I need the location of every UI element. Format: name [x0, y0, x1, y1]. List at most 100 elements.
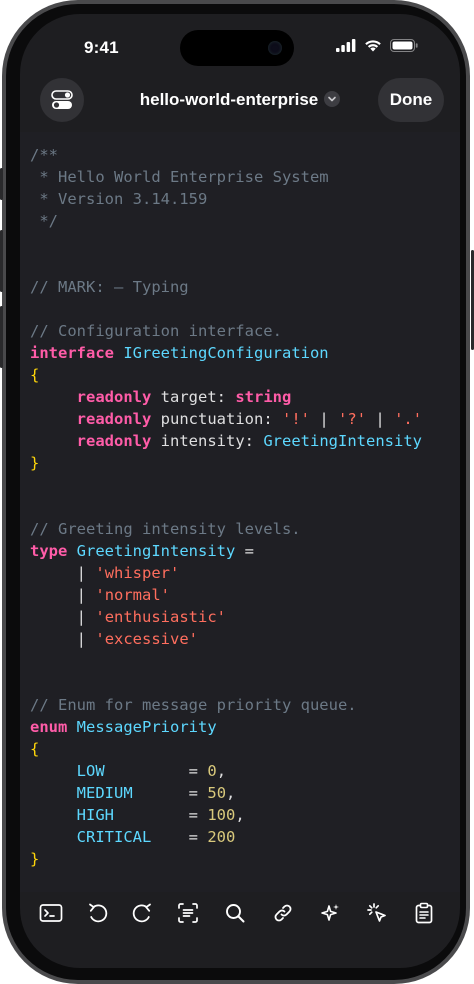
- code-line: readonly target: string: [30, 386, 292, 408]
- code-line: HIGH = 100,: [30, 804, 245, 826]
- comma-token: ,: [216, 762, 227, 780]
- terminal-button[interactable]: [36, 898, 66, 928]
- operator-token: =: [244, 542, 254, 560]
- volume-up-button: [0, 230, 3, 292]
- operator-token: =: [188, 762, 199, 780]
- link-button[interactable]: [268, 898, 298, 928]
- code-line: // Enum for message priority queue.: [30, 696, 357, 714]
- keyword-token: string: [235, 388, 292, 406]
- search-icon: [226, 904, 245, 923]
- string-token: '?': [338, 410, 367, 428]
- clipboard-icon: [415, 902, 433, 924]
- operator-token: |: [375, 410, 385, 428]
- string-token: '.': [394, 410, 423, 428]
- code-line: LOW = 0,: [30, 760, 226, 782]
- code-line: * Hello World Enterprise System: [30, 168, 329, 186]
- code-line: */: [30, 212, 58, 230]
- enum-member: HIGH: [76, 806, 114, 824]
- keyword-token: readonly: [76, 388, 152, 406]
- enum-member: CRITICAL: [76, 828, 152, 846]
- clipboard-button[interactable]: [409, 898, 439, 928]
- cursor-click-icon: [367, 903, 386, 922]
- code-line: }: [30, 454, 40, 472]
- number-token: 100: [207, 806, 236, 824]
- dynamic-island: [180, 30, 294, 66]
- redo-button[interactable]: [127, 898, 157, 928]
- camera-icon: [268, 41, 282, 55]
- volume-down-button: [0, 306, 3, 368]
- screen: 9:41 hello-world-enterprise Done /** * H…: [20, 14, 460, 968]
- keyword-token: readonly: [76, 410, 152, 428]
- code-line: {: [30, 366, 40, 384]
- editor-header: hello-world-enterprise Done: [20, 78, 460, 132]
- keyword-token: interface: [30, 344, 114, 362]
- search-button[interactable]: [220, 898, 250, 928]
- editor-toolbar: [20, 892, 460, 942]
- keyword-token: readonly: [76, 432, 152, 450]
- keyword-token: enum: [30, 718, 68, 736]
- wifi-icon: [365, 40, 381, 52]
- operator-token: |: [76, 564, 87, 582]
- format-button[interactable]: [173, 898, 203, 928]
- code-line: * Version 3.14.159: [30, 190, 208, 208]
- code-line: readonly punctuation: '!' | '?' | '.': [30, 408, 422, 430]
- redo-icon: [132, 903, 151, 923]
- undo-button[interactable]: [83, 898, 113, 928]
- select-button[interactable]: [362, 898, 392, 928]
- property-token: intensity:: [160, 432, 254, 450]
- code-line: }: [30, 850, 40, 868]
- code-line: type GreetingIntensity =: [30, 540, 254, 562]
- property-token: target:: [160, 388, 226, 406]
- number-token: 0: [207, 762, 217, 780]
- ai-assist-button[interactable]: [315, 898, 345, 928]
- battery-icon: [390, 39, 418, 52]
- property-token: punctuation:: [160, 410, 273, 428]
- code-line: readonly intensity: GreetingIntensity: [30, 430, 422, 452]
- code-line: CRITICAL = 200: [30, 826, 236, 848]
- code-line: MEDIUM = 50,: [30, 782, 236, 804]
- operator-token: =: [188, 784, 199, 802]
- chevron-down-icon: [324, 91, 341, 107]
- comma-token: ,: [226, 784, 236, 802]
- operator-token: |: [319, 410, 329, 428]
- status-time: 9:41: [84, 38, 119, 57]
- code-line: | 'whisper': [30, 562, 180, 584]
- number-token: 50: [207, 784, 227, 802]
- code-line: | 'normal': [30, 584, 170, 606]
- code-line: interface IGreetingConfiguration: [30, 342, 329, 364]
- action-button: [0, 168, 3, 200]
- code-editor[interactable]: /** * Hello World Enterprise System * Ve…: [20, 132, 460, 892]
- type-token: GreetingIntensity: [76, 542, 236, 560]
- undo-icon: [89, 903, 108, 923]
- code-line: enum MessagePriority: [30, 716, 217, 738]
- type-token: IGreetingConfiguration: [123, 344, 329, 362]
- comma-token: ,: [235, 806, 245, 824]
- type-token: GreetingIntensity: [263, 432, 422, 450]
- done-button[interactable]: Done: [378, 78, 444, 122]
- enum-member: LOW: [76, 762, 105, 780]
- number-token: 200: [207, 828, 236, 846]
- code-line: | 'enthusiastic': [30, 606, 226, 628]
- sparkles-icon: [321, 904, 339, 921]
- operator-token: |: [76, 630, 87, 648]
- operator-token: =: [188, 806, 198, 824]
- type-token: MessagePriority: [76, 718, 217, 736]
- file-title: hello-world-enterprise: [139, 90, 319, 109]
- string-token: 'normal': [95, 586, 171, 604]
- status-bar: 9:41: [20, 14, 460, 74]
- string-token: 'whisper': [95, 564, 180, 582]
- code-line: // Greeting intensity levels.: [30, 520, 301, 538]
- terminal-icon: [39, 904, 63, 922]
- format-icon: [178, 903, 198, 923]
- code-line: {: [30, 740, 40, 758]
- enum-member: MEDIUM: [76, 784, 133, 802]
- operator-token: |: [76, 586, 87, 604]
- code-line: /**: [30, 146, 58, 164]
- code-line: | 'excessive': [30, 628, 198, 650]
- cellular-signal-icon: [336, 39, 356, 52]
- operator-token: |: [76, 608, 87, 626]
- string-token: 'excessive': [95, 630, 199, 648]
- operator-token: =: [188, 828, 198, 846]
- string-token: '!': [282, 410, 310, 428]
- keyword-token: type: [30, 542, 68, 560]
